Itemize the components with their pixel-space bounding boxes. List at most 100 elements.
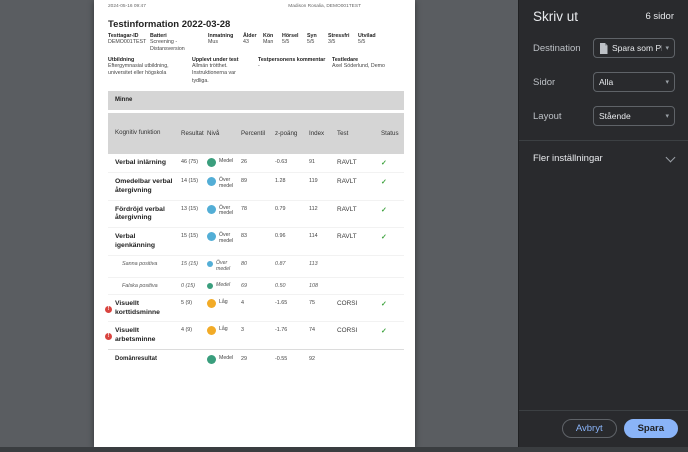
col-header-index: Index	[309, 130, 337, 137]
page-meta: 2024-05-16 09:47 Madison Rosalia, DEMO00…	[94, 0, 415, 9]
chevron-down-icon	[666, 152, 676, 162]
row-name-cell: !Visuellt arbetsminne	[115, 327, 181, 345]
domain-band: Minne	[108, 91, 404, 110]
row-zscore: 0.96	[275, 233, 309, 251]
row-result: 14 (15)	[181, 178, 207, 196]
row-result: 15 (15)	[181, 233, 207, 251]
status-check-icon: ✓	[381, 207, 387, 214]
more-settings-label: Fler inställningar	[533, 153, 603, 164]
destination-value: Spara som PDF	[612, 43, 662, 53]
row-name: Domänresultat	[115, 356, 181, 364]
row-result: 13 (15)	[181, 206, 207, 224]
cancel-button[interactable]: Avbryt	[562, 419, 617, 438]
level-dot	[207, 355, 216, 364]
level-dot	[207, 261, 213, 267]
row-index: 114	[309, 233, 337, 251]
test-info-grid: Testtagar-ID Batteri Inmatning Ålder Kön…	[94, 32, 415, 53]
row-name: Verbal inlärning	[115, 159, 181, 168]
warning-icon: !	[105, 333, 112, 340]
testtaker-header: Madison Rosalia, DEMO001TEST	[288, 4, 361, 9]
print-timestamp: 2024-05-16 09:47	[108, 4, 146, 9]
info-value: 43	[243, 39, 263, 53]
row-index: 119	[309, 178, 337, 196]
row-result: 4 (9)	[181, 327, 207, 345]
print-dialog-title: Skriv ut	[533, 9, 578, 24]
row-percentile: 29	[241, 356, 275, 364]
row-level: Medel	[207, 356, 241, 364]
row-result: 15 (15)	[181, 261, 207, 273]
row-index: 74	[309, 327, 337, 345]
pages-select[interactable]: Alla ▾	[593, 72, 675, 92]
pages-value: Alla	[599, 77, 662, 87]
info-value: 5/5	[358, 39, 405, 53]
row-index: 75	[309, 300, 337, 318]
col-header-function: Kognitiv funktion	[115, 129, 181, 137]
warning-icon: !	[105, 306, 112, 313]
row-test: RAVLT	[337, 178, 381, 196]
row-percentile: 69	[241, 283, 275, 290]
col-header-status: Status	[381, 130, 412, 137]
table-row: Verbal igenkänning 15 (15) Över medel 83…	[108, 227, 404, 255]
print-preview-area: 2024-05-16 09:47 Madison Rosalia, DEMO00…	[0, 0, 518, 452]
row-zscore: 0.50	[275, 283, 309, 290]
col-header-test: Test	[337, 130, 381, 137]
row-zscore: -1.76	[275, 327, 309, 345]
row-index: 91	[309, 159, 337, 168]
status-check-icon: ✓	[381, 160, 387, 167]
col-header-level: Nivå	[207, 130, 241, 137]
info-value: 3/5	[328, 39, 358, 53]
row-test: RAVLT	[337, 233, 381, 251]
info-value: Axel Söderlund, Demo	[332, 63, 405, 84]
status-check-icon: ✓	[381, 301, 387, 308]
level-dot	[207, 299, 216, 308]
row-result: 0 (15)	[181, 283, 207, 290]
row-level: Medel	[207, 283, 241, 290]
window-bottom-edge	[0, 447, 688, 452]
pdf-file-icon	[599, 43, 608, 54]
info-value: DEMO001TEST	[108, 39, 150, 53]
table-row: !Visuellt arbetsminne 4 (9) Låg 3 -1.76 …	[108, 321, 404, 349]
col-header-percentile: Percentil	[241, 130, 275, 137]
layout-select[interactable]: Stående ▾	[593, 106, 675, 126]
pages-label: Sidor	[533, 77, 555, 88]
row-name: Sanna positiva	[115, 261, 181, 273]
info-value: 5/5	[282, 39, 307, 53]
table-header-row: Kognitiv funktion Resultat Nivå Percenti…	[108, 113, 404, 154]
info-value: -	[258, 63, 332, 84]
table-row: Omedelbar verbal återgivning 14 (15) Öve…	[108, 172, 404, 200]
level-dot	[207, 232, 216, 241]
row-test: RAVLT	[337, 206, 381, 224]
document-title: Testinformation 2022-03-28	[108, 19, 401, 30]
more-settings-toggle[interactable]: Fler inställningar	[519, 141, 688, 176]
save-button[interactable]: Spara	[624, 419, 678, 438]
row-index: 108	[309, 283, 337, 290]
table-row: Verbal inlärning 46 (75) Medel 26 -0.63 …	[108, 154, 404, 172]
row-result: 5 (9)	[181, 300, 207, 318]
level-dot	[207, 177, 216, 186]
row-index: 92	[309, 356, 337, 364]
row-name: Falska positiva	[115, 283, 181, 290]
destination-select[interactable]: Spara som PDF ▾	[593, 38, 675, 58]
chevron-down-icon: ▾	[665, 78, 669, 86]
results-table: Verbal inlärning 46 (75) Medel 26 -0.63 …	[108, 154, 404, 372]
table-row: !Visuellt korttidsminne 5 (9) Låg 4 -1.6…	[108, 294, 404, 322]
row-percentile: 3	[241, 327, 275, 345]
row-level: Över medel	[207, 261, 241, 273]
document-page: 2024-05-16 09:47 Madison Rosalia, DEMO00…	[94, 0, 415, 447]
row-level: Över medel	[207, 206, 241, 224]
pages-count: 6 sidor	[645, 11, 674, 22]
info-value: Mus	[208, 39, 243, 53]
row-name: Visuellt korttidsminne	[115, 300, 160, 316]
row-percentile: 83	[241, 233, 275, 251]
info-value: Man	[263, 39, 282, 53]
row-percentile: 4	[241, 300, 275, 318]
row-index: 113	[309, 261, 337, 273]
row-result: 46 (75)	[181, 159, 207, 168]
row-level: Över medel	[207, 178, 241, 196]
table-subrow: Sanna positiva 15 (15) Över medel 80 0.8…	[108, 255, 404, 277]
row-zscore: 1.28	[275, 178, 309, 196]
status-check-icon: ✓	[381, 179, 387, 186]
print-dialog-header: Skriv ut 6 sidor	[519, 0, 688, 24]
chevron-down-icon: ▾	[665, 112, 669, 120]
info-value: Screening - Distansversion	[150, 39, 208, 53]
